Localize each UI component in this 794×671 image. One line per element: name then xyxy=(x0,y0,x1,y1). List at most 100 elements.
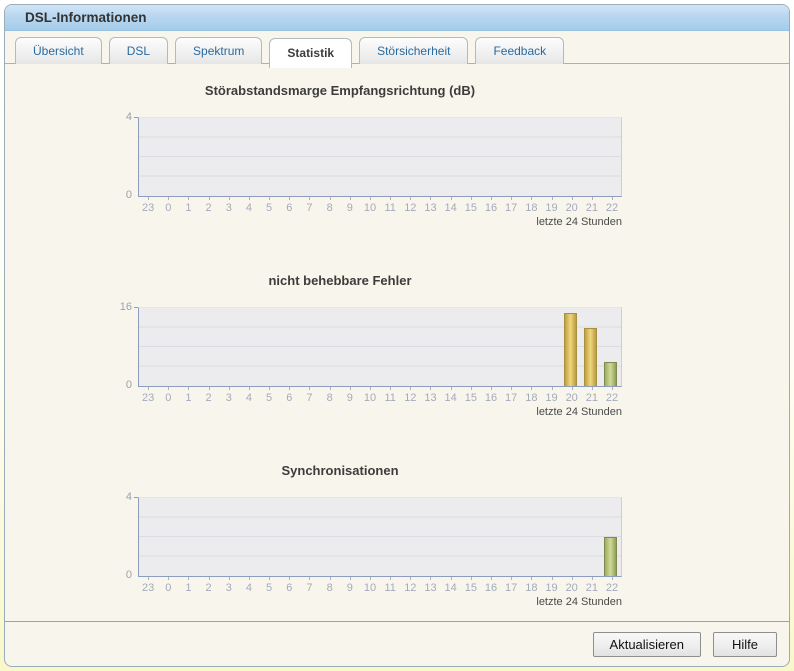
x-tick-label: 15 xyxy=(461,577,481,594)
plot-wrap: 4 0 23 0 1 2 3 4 5 6 7 8 9 10 11 12 13 14 15 16 17 18 19 20 21… xyxy=(126,491,622,608)
x-tick-label: 23 xyxy=(138,387,158,404)
chart-snr-margin: Störabstandsmarge Empfangsrichtung (dB) … xyxy=(40,83,640,228)
x-tick-label: 1 xyxy=(178,577,198,594)
x-tick-label: 3 xyxy=(219,577,239,594)
tab-spektrum[interactable]: Spektrum xyxy=(175,37,263,64)
x-tick-label: 11 xyxy=(380,577,400,594)
x-tick-label: 16 xyxy=(481,577,501,594)
x-tick-label: 13 xyxy=(420,577,440,594)
x-tick-label: 4 xyxy=(239,387,259,404)
x-tick-label: 23 xyxy=(138,577,158,594)
x-tick-label: 13 xyxy=(420,197,440,214)
tab-uebersicht[interactable]: Übersicht xyxy=(15,37,102,64)
x-tick-label: 9 xyxy=(340,577,360,594)
bar-hour-22 xyxy=(603,361,617,386)
bars-layer xyxy=(139,498,621,576)
bar-hour-20 xyxy=(563,312,577,386)
tab-bar: Übersicht DSL Spektrum Statistik Störsic… xyxy=(5,31,789,68)
y-axis-min-label: 0 xyxy=(125,569,132,581)
chart-synchronisations: Synchronisationen 4 0 23 0 1 2 3 4 5 6 7 8 9 10 11 12… xyxy=(40,463,640,608)
tab-dsl[interactable]: DSL xyxy=(108,37,169,64)
x-tick-label: 10 xyxy=(360,577,380,594)
dsl-information-window: DSL-Informationen Übersicht DSL Spektrum… xyxy=(4,4,790,667)
x-tick-label: 1 xyxy=(178,387,198,404)
tab-statistik[interactable]: Statistik xyxy=(269,38,353,68)
x-tick-label: 11 xyxy=(380,197,400,214)
x-tick-label: 12 xyxy=(400,577,420,594)
x-tick-label: 5 xyxy=(259,577,279,594)
x-tick-label: 19 xyxy=(541,197,561,214)
x-tick-label: 14 xyxy=(441,387,461,404)
x-tick-label: 7 xyxy=(299,197,319,214)
x-tick-label: 20 xyxy=(562,387,582,404)
chart-title: nicht behebbare Fehler xyxy=(268,273,412,288)
x-tick-label: 6 xyxy=(279,387,299,404)
refresh-button[interactable]: Aktualisieren xyxy=(592,631,701,657)
x-tick-label: 16 xyxy=(481,197,501,214)
x-tick-label: 2 xyxy=(199,577,219,594)
x-tick-label: 4 xyxy=(239,197,259,214)
tab-feedback[interactable]: Feedback xyxy=(475,37,565,64)
plot-area xyxy=(134,497,622,577)
tab-panel-statistik: Störabstandsmarge Empfangsrichtung (dB) … xyxy=(5,68,789,621)
x-tick-label: 0 xyxy=(158,197,178,214)
x-tick-label: 8 xyxy=(320,387,340,404)
x-axis-labels: 23 0 1 2 3 4 5 6 7 8 9 10 11 12 13 14 15 16 17 18 19 20 21 22 xyxy=(138,577,622,594)
y-axis-min-label: 0 xyxy=(125,379,132,391)
x-tick-label: 8 xyxy=(320,577,340,594)
x-tick-label: 19 xyxy=(541,387,561,404)
x-tick-label: 14 xyxy=(441,577,461,594)
y-axis-max-label: 4 xyxy=(125,491,132,503)
chart-uncorrectable-errors: nicht behebbare Fehler 16 0 23 0 1 2 3 4 5 6 7 8 9… xyxy=(40,273,640,418)
plot-wrap: 16 0 23 0 1 2 3 4 5 6 7 8 9 10 11 12 13 14 15 16 17 18 19 20 2… xyxy=(120,301,622,418)
x-tick-label: 7 xyxy=(299,387,319,404)
chart-title: Störabstandsmarge Empfangsrichtung (dB) xyxy=(204,83,476,98)
x-tick-label: 2 xyxy=(199,387,219,404)
x-tick-label: 20 xyxy=(562,197,582,214)
chart-title: Synchronisationen xyxy=(281,463,399,478)
x-tick-label: 14 xyxy=(441,197,461,214)
x-tick-label: 13 xyxy=(420,387,440,404)
x-tick-label: 4 xyxy=(239,577,259,594)
x-tick-label: 3 xyxy=(219,197,239,214)
x-tick-label: 16 xyxy=(481,387,501,404)
x-tick-label: 21 xyxy=(582,577,602,594)
x-tick-label: 6 xyxy=(279,577,299,594)
x-tick-label: 5 xyxy=(259,387,279,404)
y-axis-min-label: 0 xyxy=(125,189,132,201)
plot-area xyxy=(134,117,622,197)
x-tick-label: 18 xyxy=(521,387,541,404)
x-tick-label: 17 xyxy=(501,577,521,594)
x-tick-label: 21 xyxy=(582,387,602,404)
x-tick-label: 17 xyxy=(501,387,521,404)
bar-hour-21 xyxy=(583,327,597,386)
x-tick-label: 10 xyxy=(360,387,380,404)
plot-area xyxy=(134,307,622,387)
x-tick-label: 12 xyxy=(400,197,420,214)
x-axis-note: letzte 24 Stunden xyxy=(536,216,622,228)
x-tick-label: 11 xyxy=(380,387,400,404)
x-axis-note: letzte 24 Stunden xyxy=(536,596,622,608)
x-tick-label: 22 xyxy=(602,197,622,214)
x-tick-label: 23 xyxy=(138,197,158,214)
help-button[interactable]: Hilfe xyxy=(712,631,777,657)
y-axis-max-label: 16 xyxy=(119,301,132,313)
x-tick-label: 0 xyxy=(158,387,178,404)
x-tick-label: 9 xyxy=(340,387,360,404)
bars-layer xyxy=(139,308,621,386)
x-axis-labels: 23 0 1 2 3 4 5 6 7 8 9 10 11 12 13 14 15 16 17 18 19 20 21 22 xyxy=(138,387,622,404)
x-tick-label: 2 xyxy=(199,197,219,214)
x-tick-label: 21 xyxy=(582,197,602,214)
x-tick-label: 12 xyxy=(400,387,420,404)
x-tick-label: 20 xyxy=(562,577,582,594)
x-tick-label: 15 xyxy=(461,387,481,404)
x-tick-label: 22 xyxy=(602,577,622,594)
x-axis-labels: 23 0 1 2 3 4 5 6 7 8 9 10 11 12 13 14 15 16 17 18 19 20 21 22 xyxy=(138,197,622,214)
x-tick-label: 5 xyxy=(259,197,279,214)
bar-hour-22 xyxy=(603,537,617,576)
x-tick-label: 8 xyxy=(320,197,340,214)
x-tick-label: 19 xyxy=(541,577,561,594)
tab-stoersicherheit[interactable]: Störsicherheit xyxy=(359,37,469,64)
x-tick-label: 1 xyxy=(178,197,198,214)
x-tick-label: 0 xyxy=(158,577,178,594)
